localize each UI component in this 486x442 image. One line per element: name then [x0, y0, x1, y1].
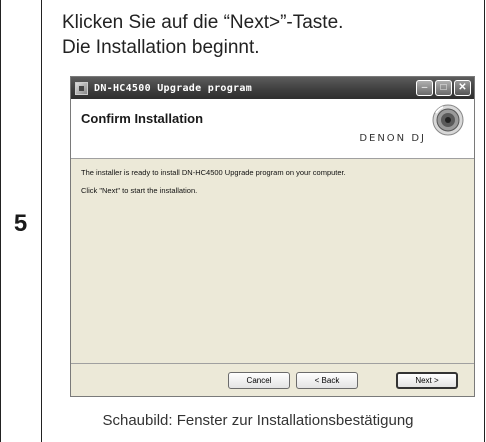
step-number: 5 — [13, 210, 28, 237]
table-border-middle — [41, 0, 42, 442]
dialog-heading: Confirm Installation — [81, 111, 204, 126]
figure-caption: Schaubild: Fenster zur Installationsbest… — [102, 412, 414, 429]
window-titlebar[interactable]: DN-HC4500 Upgrade program – □ ✕ — [71, 77, 474, 99]
dialog-footer: Cancel < Back Next > — [71, 363, 474, 396]
maximize-icon[interactable]: □ — [435, 80, 452, 96]
window-controls: – □ ✕ — [416, 80, 474, 96]
installer-icon — [75, 81, 88, 95]
instruction-line-2: Die Installation beginnt. — [62, 37, 260, 58]
table-border-right — [484, 0, 485, 442]
next-button[interactable]: Next > — [396, 372, 458, 389]
minimize-icon[interactable]: – — [416, 80, 433, 96]
installer-window: DN-HC4500 Upgrade program – □ ✕ Confirm … — [70, 76, 475, 397]
dialog-body: The installer is ready to install DN-HC4… — [71, 159, 474, 211]
dialog-header: Confirm Installation DENON DJ — [71, 99, 474, 159]
body-text-instruction: Click "Next" to start the installation. — [81, 186, 198, 195]
denon-dj-logo-icon — [432, 104, 464, 136]
brand-wordmark: DENON DJ — [359, 133, 426, 144]
back-button[interactable]: < Back — [296, 372, 358, 389]
body-text-ready: The installer is ready to install DN-HC4… — [81, 168, 346, 177]
close-icon[interactable]: ✕ — [454, 80, 471, 96]
instruction-line-1: Klicken Sie auf die “Next>”-Taste. — [62, 12, 344, 33]
cancel-button[interactable]: Cancel — [228, 372, 290, 389]
window-title: DN-HC4500 Upgrade program — [94, 82, 253, 94]
instruction-text: Klicken Sie auf die “Next>”-Taste. Die I… — [62, 10, 343, 60]
